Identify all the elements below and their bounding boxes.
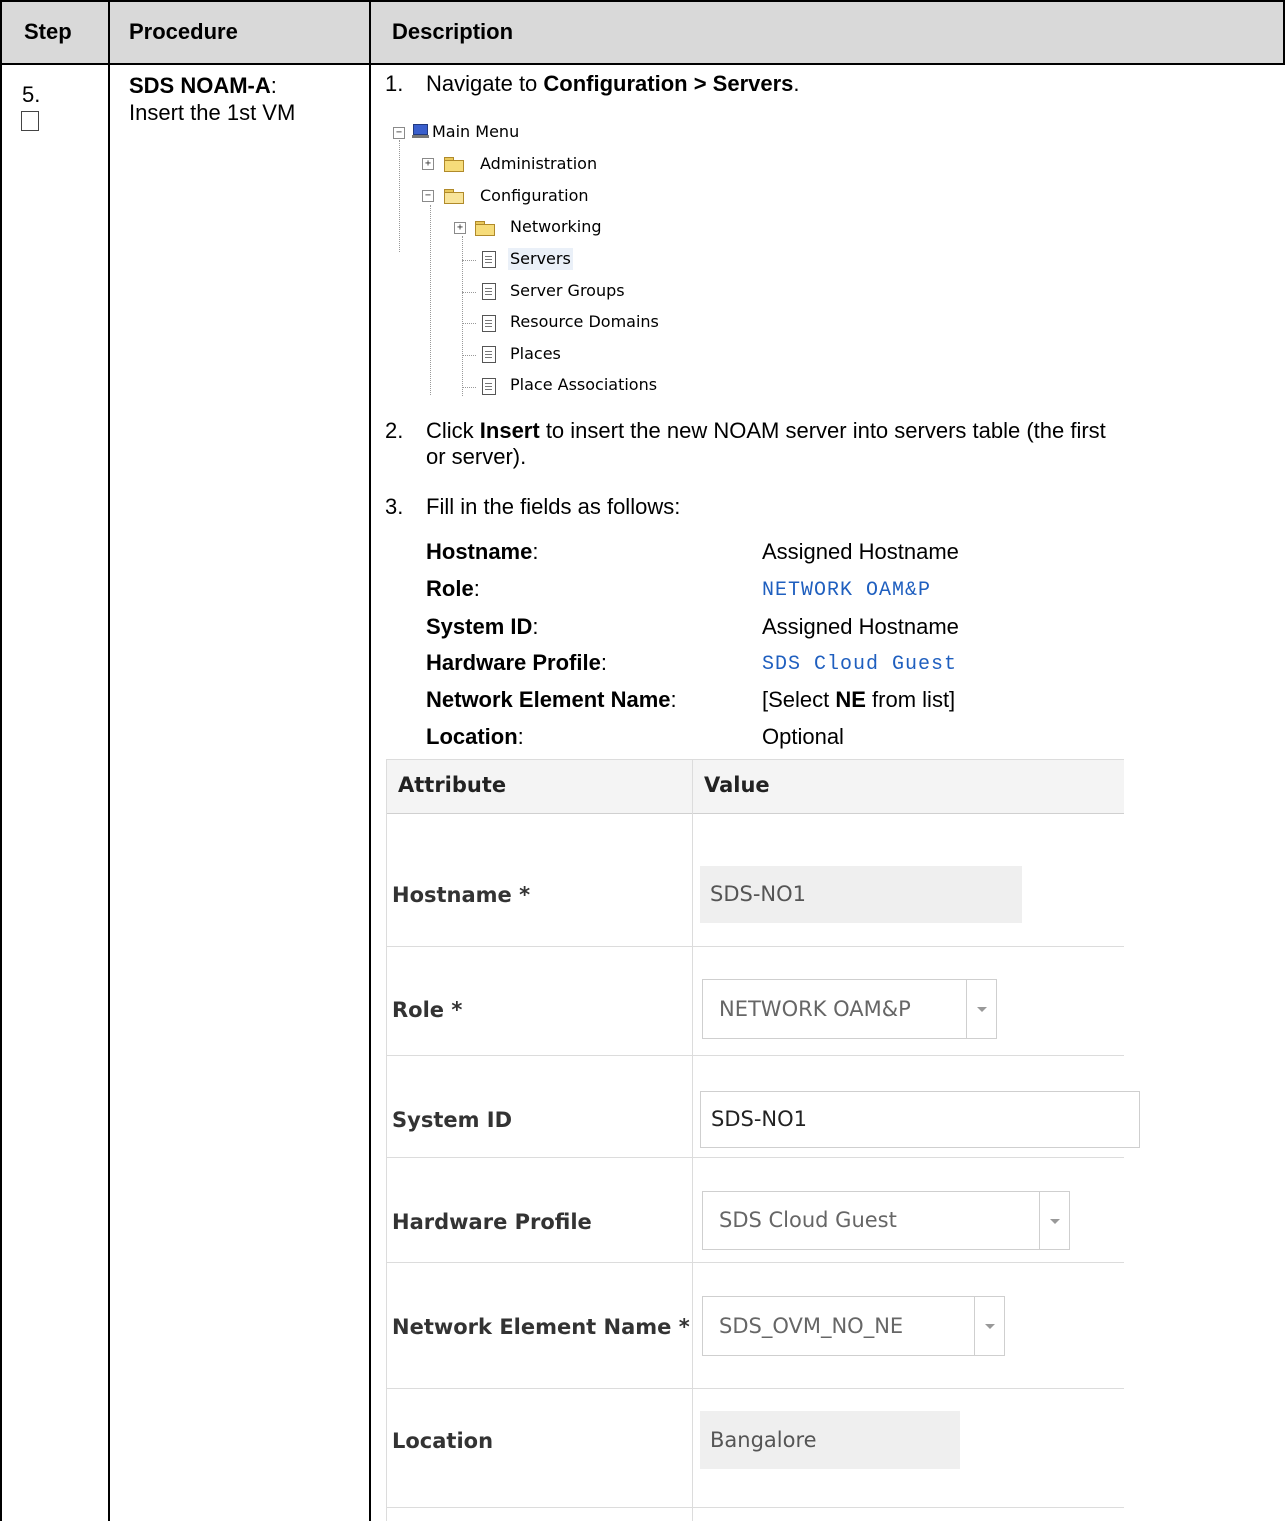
header-procedure: Procedure [129,19,238,44]
field-label-hardware-profile: Hardware Profile: [426,650,607,675]
hardware-profile-select[interactable]: SDS Cloud Guest [702,1191,1070,1250]
system-id-input[interactable]: SDS-NO1 [700,1091,1140,1148]
expand-administration-icon[interactable]: + [422,158,434,170]
folder-icon [444,157,464,172]
field-value-network-element-name: [Select NE from list] [762,687,956,712]
form-label-hardware-profile: Hardware Profile [392,1210,592,1234]
field-label-system-id: System ID: [426,614,539,639]
tree-server-groups[interactable]: Server Groups [510,280,625,302]
table-border-left [0,0,2,1521]
chevron-down-icon[interactable] [974,1297,1004,1355]
header-description: Description [392,19,514,44]
tree-administration[interactable]: Administration [480,153,597,175]
hostname-input[interactable]: SDS-NO1 [700,866,1022,923]
procedure-text: Insert the 1st VM [129,100,296,125]
open-folder-icon [444,189,464,204]
header-step: Step [24,19,72,44]
role-select-value: NETWORK OAM&P [719,997,911,1021]
tree-configuration[interactable]: Configuration [480,185,589,207]
collapse-configuration-icon[interactable]: − [422,190,434,202]
table-divider-2 [369,0,371,1521]
procedure-title-bold: SDS NOAM-A [129,73,271,98]
form-col-attribute: Attribute [398,773,507,797]
instruction-3: Fill in the fields as follows: [426,494,681,519]
collapse-main-menu-icon[interactable]: − [393,127,405,139]
tree-main-menu[interactable]: Main Menu [432,121,519,143]
tree-networking[interactable]: Networking [510,216,602,238]
page-icon [482,251,496,268]
tree-place-associations[interactable]: Place Associations [510,374,657,396]
form-label-network-element-name: Network Element Name * [392,1315,690,1339]
page-icon [482,283,496,300]
network-element-select-value: SDS_OVM_NO_NE [719,1314,904,1338]
page-icon [482,346,496,363]
instruction-1-number: 1. [385,71,404,96]
role-select[interactable]: NETWORK OAM&P [702,979,997,1039]
tree-places[interactable]: Places [510,343,561,365]
network-element-select[interactable]: SDS_OVM_NO_NE [702,1296,1005,1356]
instruction-3-number: 3. [385,494,404,519]
tree-servers[interactable]: Servers [508,248,573,270]
procedure-title: SDS NOAM-A: [129,73,277,98]
form-label-system-id: System ID [392,1108,513,1132]
expand-networking-icon[interactable]: + [454,222,466,234]
step-checkbox[interactable] [21,111,39,131]
field-label-network-element-name: Network Element Name: [426,687,677,712]
page-icon [482,378,496,395]
field-value-location: Optional [762,724,844,749]
form-label-role: Role * [392,998,463,1022]
field-value-role: NETWORK OAM&P [762,579,932,602]
form-label-hostname: Hostname * [392,883,531,907]
form-label-location: Location [392,1429,494,1453]
field-value-system-id: Assigned Hostname [762,614,959,639]
folder-icon [475,221,495,236]
form-col-value: Value [704,773,770,797]
insert-server-form: Attribute Value Hostname * SDS-NO1 Role … [386,759,1140,1521]
table-border-header-bottom [0,63,1285,65]
table-divider-1 [108,0,110,1521]
location-input[interactable]: Bangalore [700,1411,960,1469]
instruction-2: Click Insert to insert the new NOAM serv… [426,418,1106,469]
field-label-location: Location: [426,724,524,749]
instruction-1: Navigate to Configuration > Servers. [426,71,800,96]
page-icon [482,315,496,332]
field-label-hostname: Hostname: [426,539,539,564]
field-label-role: Role: [426,576,480,601]
chevron-down-icon[interactable] [966,980,996,1038]
instruction-2-number: 2. [385,418,404,443]
field-value-hostname: Assigned Hostname [762,539,959,564]
hardware-profile-select-value: SDS Cloud Guest [719,1208,897,1232]
chevron-down-icon[interactable] [1039,1192,1069,1249]
field-value-hardware-profile: SDS Cloud Guest [762,653,958,676]
computer-icon [412,124,429,138]
step-number: 5. [22,82,41,107]
tree-resource-domains[interactable]: Resource Domains [510,311,659,333]
